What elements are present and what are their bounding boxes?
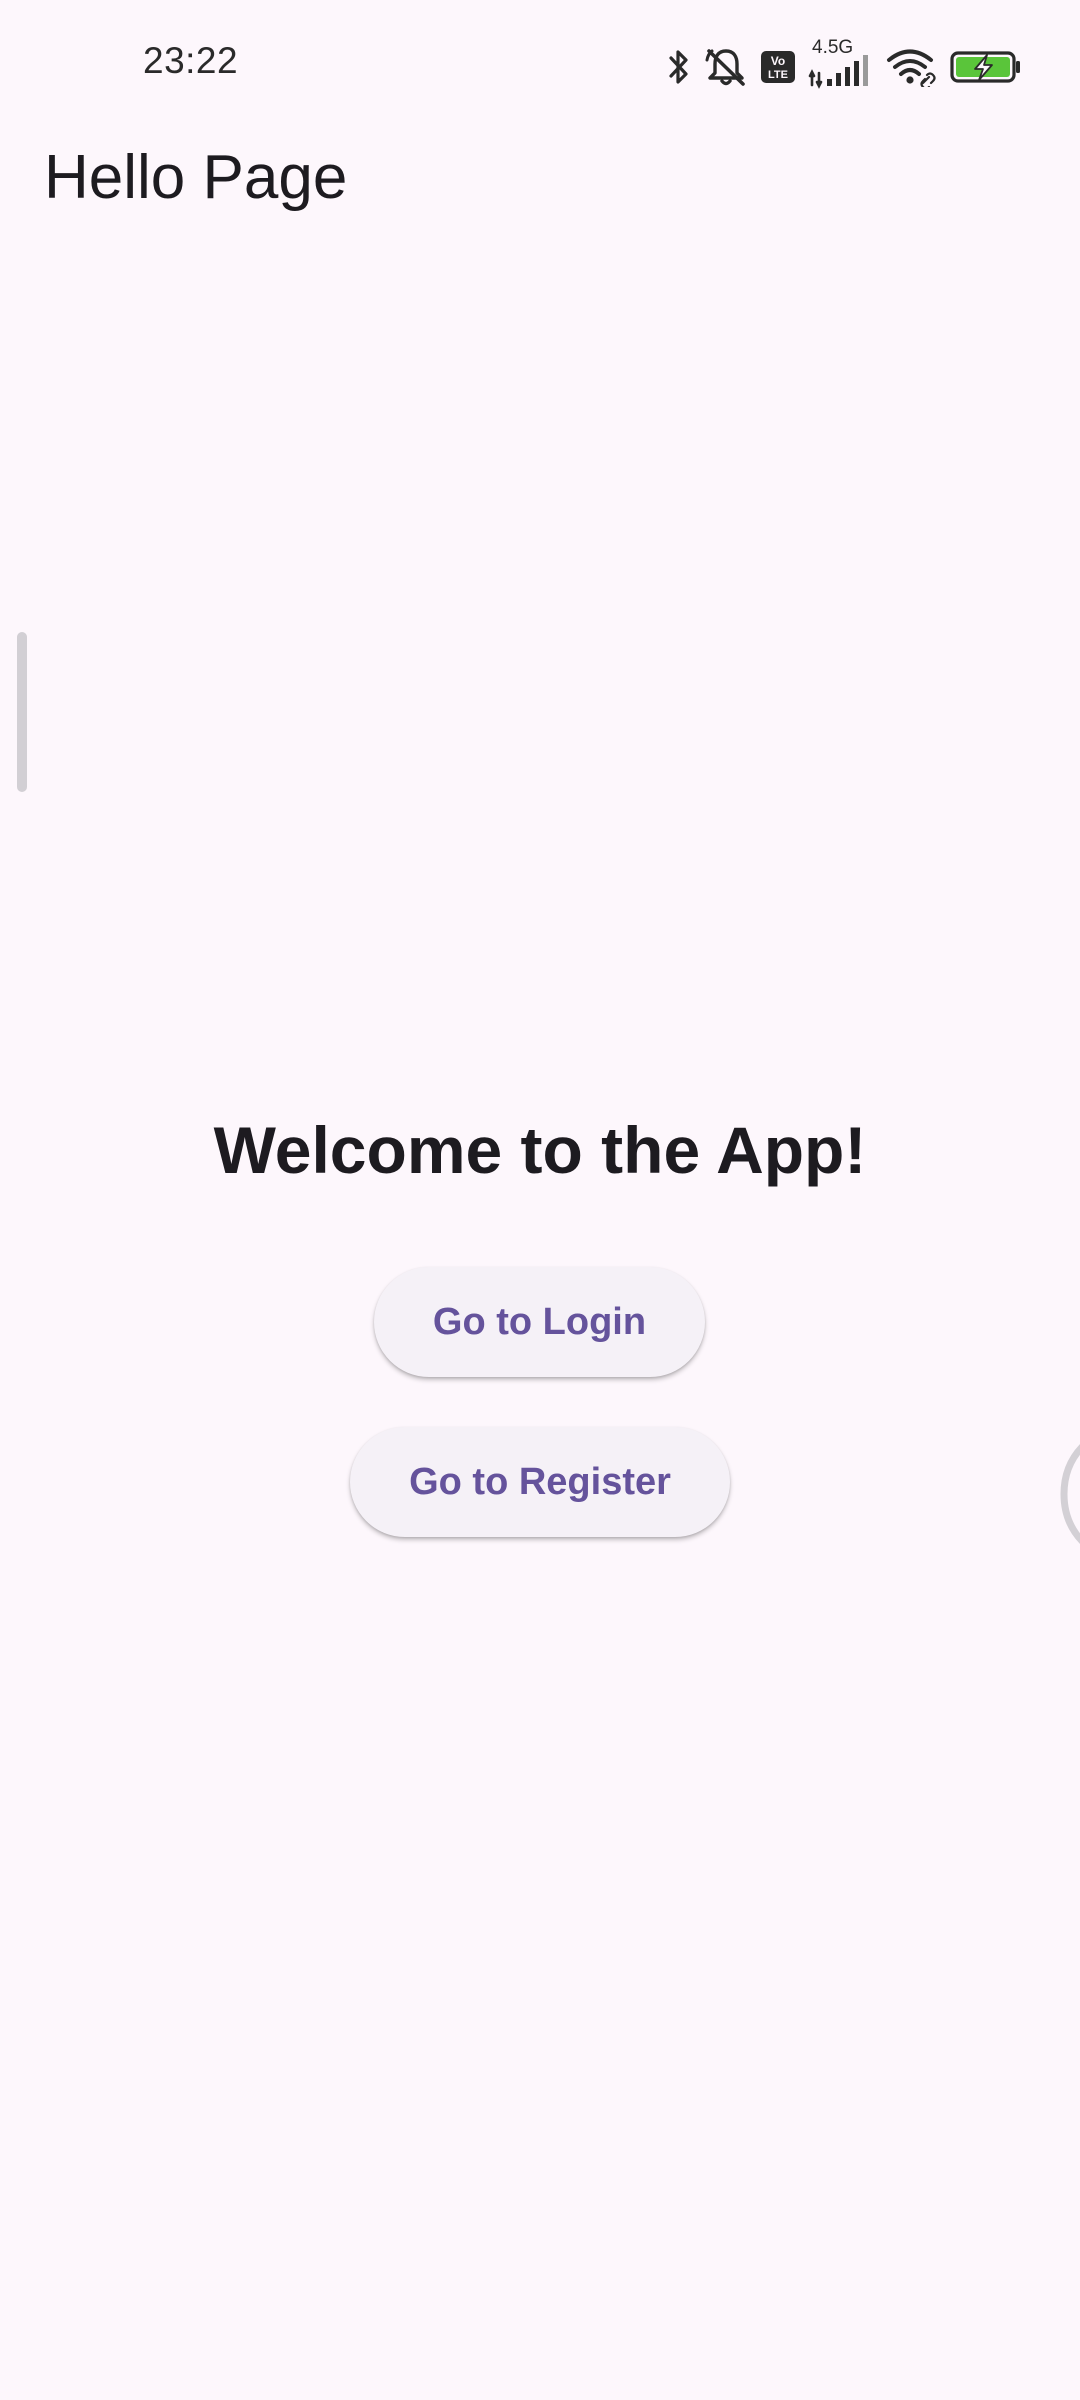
- cellular-signal-icon: 4.5G: [808, 37, 874, 89]
- status-icons: Vo LTE 4.5G: [666, 37, 1022, 92]
- app-bar: Hello Page: [0, 130, 1080, 230]
- go-to-login-button[interactable]: Go to Login: [374, 1267, 705, 1377]
- bell-off-icon: [704, 46, 748, 88]
- page-title: Hello Page: [44, 143, 348, 212]
- battery-charging-icon: [950, 50, 1022, 84]
- edge-panel-handle[interactable]: [1056, 1444, 1080, 1544]
- go-to-register-button[interactable]: Go to Register: [350, 1427, 730, 1537]
- bluetooth-icon: [666, 47, 692, 87]
- welcome-heading: Welcome to the App!: [213, 1113, 867, 1187]
- svg-text:Vo: Vo: [771, 54, 785, 68]
- volte-icon: Vo LTE: [760, 49, 796, 85]
- svg-text:LTE: LTE: [768, 69, 788, 81]
- wifi-icon: [886, 47, 938, 87]
- status-bar: 23:22 Vo LTE 4.5G: [0, 0, 1080, 130]
- status-time: 23:22: [143, 40, 239, 81]
- scroll-indicator: [17, 632, 27, 792]
